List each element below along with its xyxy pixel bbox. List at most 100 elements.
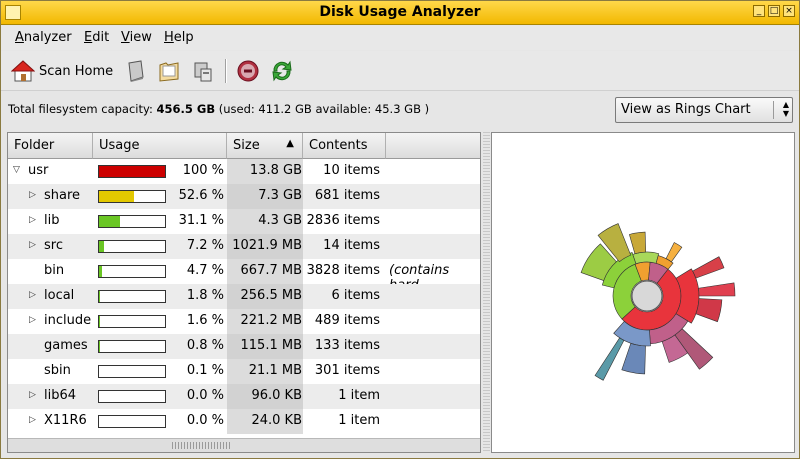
folder-contents: 10 items (323, 163, 380, 178)
table-row[interactable]: ▷ lib 31.1 % 4.3 GB 2836 items (8, 209, 480, 234)
usage-bar (98, 415, 166, 428)
table-row[interactable]: ▷ src 7.2 % 1021.9 MB 14 items (8, 234, 480, 259)
ring-segment-outer-11[interactable] (594, 337, 625, 381)
close-button[interactable]: × (783, 5, 795, 17)
ring-segment-outer-10[interactable] (621, 342, 646, 375)
ring-segment-outer-7[interactable] (695, 298, 723, 323)
usage-percent: 100 % (182, 163, 224, 178)
folder-size: 96.0 KB (251, 388, 302, 403)
usage-bar (98, 190, 166, 203)
folder-contents: 681 items (314, 188, 380, 203)
capacity-detail: (used: 411.2 GB available: 45.3 GB ) (218, 102, 430, 116)
expander-collapsed-icon[interactable]: ▷ (29, 315, 36, 325)
title-bar[interactable]: Disk Usage Analyzer _ □ × (1, 1, 799, 25)
expander-collapsed-icon[interactable]: ▷ (29, 390, 36, 400)
app-window: Disk Usage Analyzer _ □ × Analyzer Edit … (0, 0, 800, 459)
folder-contents: 301 items (314, 363, 380, 378)
folder-name: bin (44, 263, 65, 278)
usage-bar-fill (99, 191, 134, 202)
folder-contents: 133 items (314, 338, 380, 353)
table-row[interactable]: ▽ usr 100 % 13.8 GB 10 items (8, 159, 480, 184)
table-row[interactable]: ▷ local 1.8 % 256.5 MB 6 items (8, 284, 480, 309)
ring-segment-outer-6[interactable] (698, 282, 736, 297)
folder-contents: 1 item (338, 388, 380, 403)
folder-size: 115.1 MB (240, 338, 302, 353)
table-row[interactable]: ▷ X11R6 0.0 % 24.0 KB 1 item (8, 409, 480, 434)
usage-bar (98, 215, 166, 228)
folder-tree-view[interactable]: Folder Usage Size ▲ Contents ▽ usr 100 % 13… (7, 132, 481, 453)
table-row[interactable]: ▷ share 52.6 % 7.3 GB 681 items (8, 184, 480, 209)
menu-analyzer[interactable]: Analyzer (15, 30, 72, 45)
usage-bar-fill (99, 241, 104, 252)
maximize-button[interactable]: □ (768, 5, 780, 17)
folder-contents: 3828 items (306, 263, 380, 278)
capacity-info: Total filesystem capacity: 456.5 GB (use… (8, 102, 429, 116)
pane-resize-handle[interactable] (483, 132, 490, 453)
column-header-usage[interactable]: Usage (93, 133, 227, 159)
rings-chart-panel[interactable] (491, 132, 795, 453)
table-row[interactable]: bin4.7 %667.7 MB3828 items(contains hard (8, 259, 480, 293)
folder-name: lib64 (44, 388, 77, 403)
scan-remote-folder-button[interactable] (191, 57, 215, 85)
folder-size: 21.1 MB (248, 363, 302, 378)
minimize-button[interactable]: _ (753, 5, 765, 17)
usage-percent: 1.6 % (186, 313, 224, 328)
expander-collapsed-icon[interactable]: ▷ (29, 240, 36, 250)
scan-home-button[interactable]: Scan Home (11, 57, 113, 85)
folder-size: 7.3 GB (258, 188, 302, 203)
rings-chart[interactable] (492, 133, 794, 452)
ring-segment-outer-4[interactable] (632, 251, 660, 265)
ring-segment-outer-14[interactable] (628, 231, 647, 255)
ring-center[interactable] (631, 280, 663, 312)
expander-expanded-icon[interactable]: ▽ (13, 165, 20, 175)
folder-size: 4.3 GB (258, 213, 302, 228)
ring-segment-outer-16[interactable] (692, 256, 725, 279)
toolbar: Scan Home (1, 51, 799, 91)
usage-bar-fill (99, 266, 102, 277)
scrollbar-grip[interactable] (172, 442, 232, 449)
column-header-contents[interactable]: Contents (303, 133, 386, 159)
folder-name: X11R6 (44, 413, 87, 428)
folder-size: 667.7 MB (240, 263, 302, 278)
usage-bar (98, 290, 166, 303)
usage-percent: 0.0 % (186, 388, 224, 403)
scan-folder-button[interactable] (157, 57, 181, 85)
expander-collapsed-icon[interactable]: ▷ (29, 215, 36, 225)
usage-bar-fill (99, 216, 120, 227)
table-row[interactable]: ▷ include 1.6 % 221.2 MB 489 items (8, 309, 480, 334)
refresh-icon (272, 60, 292, 82)
column-header-size[interactable]: Size ▲ (227, 133, 303, 159)
usage-bar (98, 340, 166, 353)
folder-name: src (44, 238, 63, 253)
folder-contents: 6 items (331, 288, 380, 303)
usage-bar-fill (99, 291, 100, 302)
table-row[interactable]: sbin 0.1 % 21.1 MB 301 items (8, 359, 480, 384)
view-mode-value: View as Rings Chart (621, 102, 751, 117)
folder-contents: 489 items (314, 313, 380, 328)
menu-view[interactable]: View (121, 30, 152, 45)
folder-name: include (44, 313, 92, 328)
scan-filesystem-button[interactable] (123, 57, 147, 85)
refresh-button[interactable] (269, 57, 295, 85)
table-row[interactable]: games 0.8 % 115.1 MB 133 items (8, 334, 480, 359)
expander-collapsed-icon[interactable]: ▷ (29, 190, 36, 200)
usage-percent: 7.2 % (186, 238, 224, 253)
expander-collapsed-icon[interactable]: ▷ (29, 290, 36, 300)
expander-collapsed-icon[interactable]: ▷ (29, 415, 36, 425)
chevron-up-down-icon: ▲ ▼ (782, 100, 789, 118)
ring-segment-outer-15[interactable] (665, 242, 683, 263)
stop-button[interactable] (236, 57, 260, 85)
toolbar-separator (225, 59, 227, 83)
window-title: Disk Usage Analyzer (319, 4, 481, 20)
folder-contents: 14 items (323, 238, 380, 253)
usage-percent: 0.0 % (186, 413, 224, 428)
menu-help[interactable]: Help (164, 30, 194, 45)
folder-size: 1021.9 MB (232, 238, 302, 253)
table-row[interactable]: ▷ lib64 0.0 % 96.0 KB 1 item (8, 384, 480, 409)
horizontal-scrollbar[interactable] (8, 438, 480, 452)
menu-edit[interactable]: Edit (84, 30, 109, 45)
view-mode-select[interactable]: View as Rings Chart ▲ ▼ (615, 97, 793, 123)
folder-name: share (44, 188, 81, 203)
usage-bar (98, 240, 166, 253)
column-header-folder[interactable]: Folder (8, 133, 93, 159)
